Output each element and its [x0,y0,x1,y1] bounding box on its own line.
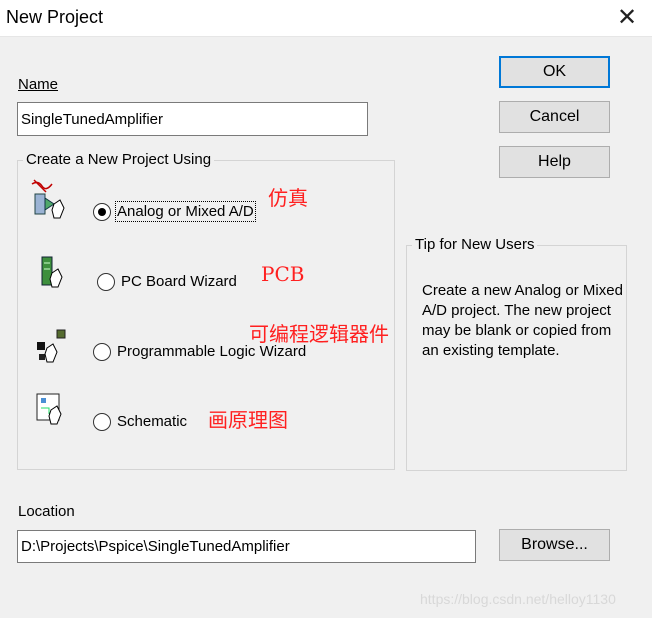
help-button[interactable]: Help [499,146,610,178]
tip-group-label: Tip for New Users [412,236,538,253]
browse-button[interactable]: Browse... [499,529,610,561]
annotation-simulation: 仿真 [268,186,308,210]
pc-board-icon [38,255,72,291]
name-input[interactable] [17,102,368,136]
name-label-text: Name [18,76,59,93]
schematic-icon [35,392,71,428]
programmable-logic-icon [33,328,69,366]
schematic-label[interactable]: Schematic [117,413,187,430]
pc-board-radio[interactable] [97,273,115,291]
tip-text: Create a new Analog or Mixed A/D project… [422,282,623,359]
programmable-logic-radio[interactable] [93,343,111,361]
annotation-schematic: 画原理图 [208,408,288,432]
radio-selected-dot [98,208,106,216]
location-input[interactable] [17,530,476,563]
watermark: https://blog.csdn.net/helloy1130 [420,591,616,607]
pc-board-label[interactable]: PC Board Wizard [121,273,237,290]
window-title: New Project [6,7,104,27]
close-icon[interactable]: ✕ [612,4,642,32]
analog-mixed-label[interactable]: Analog or Mixed A/D [115,201,256,222]
schematic-radio[interactable] [93,413,111,431]
analog-sim-icon [30,178,70,222]
cancel-button[interactable]: Cancel [499,101,610,133]
name-label: Name [18,76,58,93]
annotation-programmable-logic: 可编程逻辑器件 [249,322,389,346]
analog-mixed-radio[interactable] [93,203,111,221]
create-group-label: Create a New Project Using [23,151,215,168]
location-label: Location [18,503,75,520]
annotation-pcb: PCB [261,262,305,286]
ok-button[interactable]: OK [499,56,610,88]
